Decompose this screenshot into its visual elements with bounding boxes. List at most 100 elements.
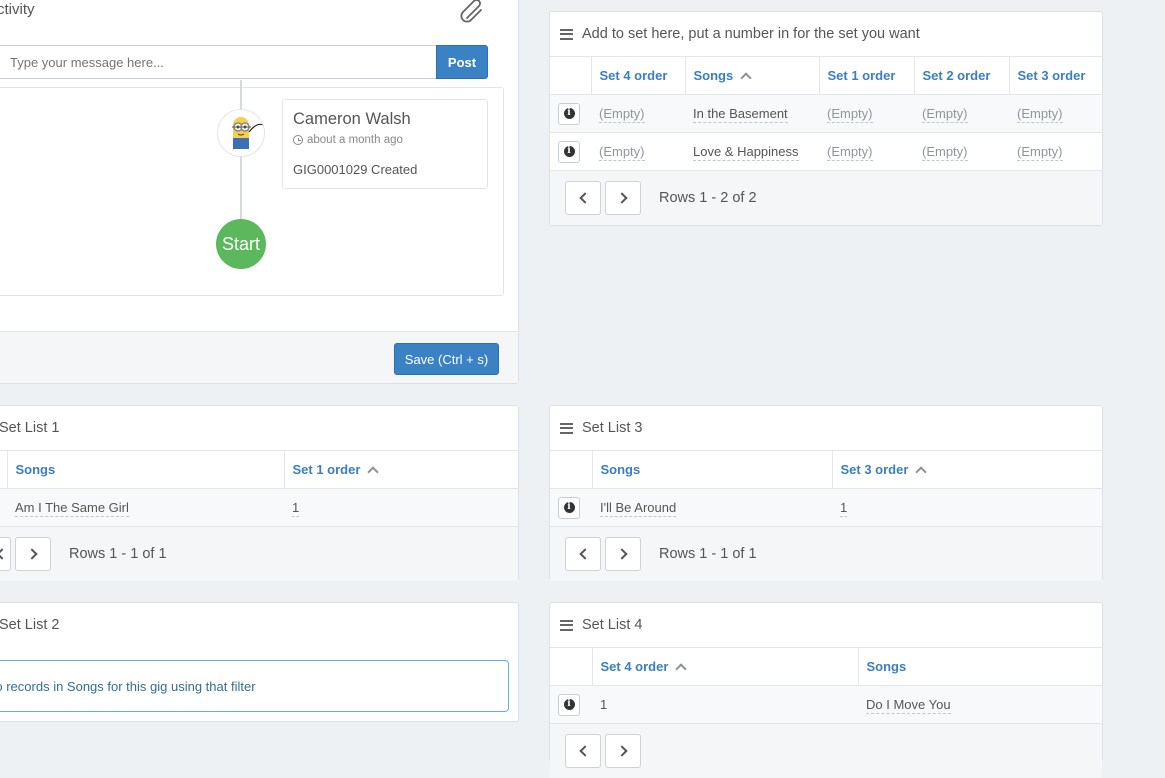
- table-row: i (Empty) In the Basement (Empty) (Empty…: [550, 94, 1102, 133]
- add-to-set-header: Add to set here, put a number in for the…: [550, 12, 1102, 56]
- chevron-left-icon: [578, 548, 591, 560]
- previous-page-button[interactable]: [0, 537, 11, 571]
- chevron-right-icon: [615, 192, 628, 204]
- sort-ascending-icon: [675, 663, 688, 675]
- column-header-set-4-order[interactable]: Set 4 order: [591, 647, 858, 686]
- entry-text: GIG0001029 Created: [293, 162, 418, 177]
- start-label: Start: [221, 233, 260, 254]
- table-row: i 1 Do I Move You: [550, 685, 1102, 724]
- song-cell[interactable]: In the Basement: [693, 106, 788, 123]
- set-list-3-title: Set List 3: [582, 420, 643, 436]
- table-header-row: Songs Set 3 order: [550, 450, 1102, 489]
- set-list-1-table: Songs Set 1 order Am I The Same Girl 1: [0, 450, 518, 527]
- rows-count: Rows 1 - 2 of 2: [659, 190, 757, 206]
- post-button[interactable]: Post: [436, 45, 488, 79]
- set-2-order-cell[interactable]: (Empty): [922, 144, 968, 161]
- set-list-4-table: Set 4 order Songs i 1 Do I Move You: [550, 647, 1102, 724]
- info-icon: i: [563, 699, 575, 710]
- add-to-set-table: Set 4 order Songs Set 1 order Set 2 orde…: [550, 56, 1102, 171]
- rows-count: Rows 1 - 1 of 1: [659, 546, 757, 562]
- set-list-4-header: Set List 4: [550, 603, 1102, 647]
- no-records-text: No records in Songs for this gig using t…: [0, 678, 256, 694]
- set-1-order-cell[interactable]: (Empty): [827, 106, 873, 123]
- column-header-set-3-order[interactable]: Set 3 order: [831, 450, 1102, 489]
- set-list-1-header: Set List 1: [0, 406, 518, 450]
- table-header-row: Set 4 order Songs: [550, 647, 1102, 686]
- column-header-songs[interactable]: Songs: [591, 450, 832, 489]
- clock-icon: [293, 135, 303, 145]
- next-page-button[interactable]: [605, 537, 641, 571]
- set-2-order-cell[interactable]: (Empty): [922, 106, 968, 123]
- pager: Rows 1 - 1 of 1: [550, 527, 1102, 581]
- set-3-order-cell[interactable]: (Empty): [1017, 144, 1063, 161]
- info-icon: i: [563, 502, 575, 513]
- set-list-1-title: Set List 1: [0, 420, 60, 436]
- set-list-4-panel: Set List 4 Set 4 order Songs i 1 Do I Mo…: [549, 602, 1103, 778]
- paperclip-icon[interactable]: [459, 0, 487, 23]
- info-button[interactable]: i: [558, 140, 580, 163]
- previous-page-button[interactable]: [565, 181, 601, 215]
- chevron-left-icon: [0, 548, 8, 560]
- sort-ascending-icon: [367, 466, 380, 478]
- set-4-order-cell[interactable]: 1: [600, 697, 607, 713]
- table-header-row: Set 4 order Songs Set 1 order Set 2 orde…: [550, 56, 1102, 95]
- set-1-order-cell[interactable]: (Empty): [827, 144, 873, 161]
- sort-ascending-icon: [915, 466, 928, 478]
- column-header-set-2-order[interactable]: Set 2 order: [913, 56, 1009, 95]
- info-icon: i: [563, 108, 575, 119]
- song-cell[interactable]: I'll Be Around: [600, 500, 677, 517]
- chevron-right-icon: [25, 548, 38, 560]
- set-3-order-cell[interactable]: 1: [840, 500, 848, 517]
- set-list-4-title: Set List 4: [582, 617, 643, 633]
- column-header-set-1-order[interactable]: Set 1 order: [818, 56, 914, 95]
- set-list-3-table: Songs Set 3 order i I'll Be Around 1: [550, 450, 1102, 527]
- save-button[interactable]: Save (Ctrl + s): [394, 343, 499, 375]
- column-header-songs[interactable]: Songs: [6, 450, 284, 489]
- song-cell[interactable]: Am I The Same Girl: [15, 500, 129, 517]
- column-header-set-4-order[interactable]: Set 4 order: [590, 56, 685, 95]
- hamburger-icon[interactable]: [560, 422, 573, 434]
- chevron-left-icon: [578, 192, 591, 204]
- column-header-songs[interactable]: Songs: [857, 647, 1102, 686]
- set-4-order-cell[interactable]: (Empty): [599, 144, 645, 161]
- set-4-order-cell[interactable]: (Empty): [599, 106, 645, 123]
- message-input[interactable]: [0, 45, 436, 79]
- set-1-order-cell[interactable]: 1: [292, 500, 300, 517]
- activity-entry-card: Cameron Walsh about a month ago GIG00010…: [282, 99, 488, 189]
- hamburger-icon[interactable]: [560, 28, 573, 40]
- info-icon: i: [563, 146, 575, 157]
- set-3-order-cell[interactable]: (Empty): [1017, 106, 1063, 123]
- table-row: Am I The Same Girl 1: [0, 488, 518, 527]
- table-header-row: Songs Set 1 order: [0, 450, 518, 489]
- set-list-3-header: Set List 3: [550, 406, 1102, 450]
- table-row: i (Empty) Love & Happiness (Empty) (Empt…: [550, 132, 1102, 171]
- add-to-set-title: Add to set here, put a number in for the…: [582, 26, 920, 42]
- entry-time-row: about a month ago: [293, 134, 403, 146]
- avatar: [217, 109, 265, 157]
- info-button[interactable]: i: [558, 102, 580, 125]
- info-button[interactable]: i: [558, 693, 580, 716]
- chevron-right-icon: [615, 548, 628, 560]
- message-box-row: Post: [0, 45, 488, 79]
- pager: Rows 1 - 2 of 2: [550, 171, 1102, 225]
- pager: Rows 1 - 1 of 1: [0, 527, 518, 581]
- song-cell[interactable]: Do I Move You: [866, 697, 951, 714]
- previous-page-button[interactable]: [565, 734, 601, 768]
- timeline-container: Cameron Walsh about a month ago GIG00010…: [0, 80, 504, 296]
- hamburger-icon[interactable]: [560, 619, 573, 631]
- pager: [550, 724, 1102, 778]
- set-list-2-header: Set List 2: [0, 603, 518, 647]
- activity-title: Activity: [0, 1, 35, 18]
- column-header-songs[interactable]: Songs: [684, 56, 819, 95]
- next-page-button[interactable]: [605, 181, 641, 215]
- column-header-set-1-order[interactable]: Set 1 order: [283, 450, 518, 489]
- column-header-info: [550, 647, 592, 686]
- next-page-button[interactable]: [605, 734, 641, 768]
- info-button[interactable]: i: [558, 496, 580, 519]
- next-page-button[interactable]: [15, 537, 51, 571]
- song-cell[interactable]: Love & Happiness: [693, 144, 799, 161]
- set-list-2-panel: Set List 2 No records in Songs for this …: [0, 602, 519, 722]
- previous-page-button[interactable]: [565, 537, 601, 571]
- column-header-set-3-order[interactable]: Set 3 order: [1008, 56, 1102, 95]
- entry-time: about a month ago: [307, 134, 403, 146]
